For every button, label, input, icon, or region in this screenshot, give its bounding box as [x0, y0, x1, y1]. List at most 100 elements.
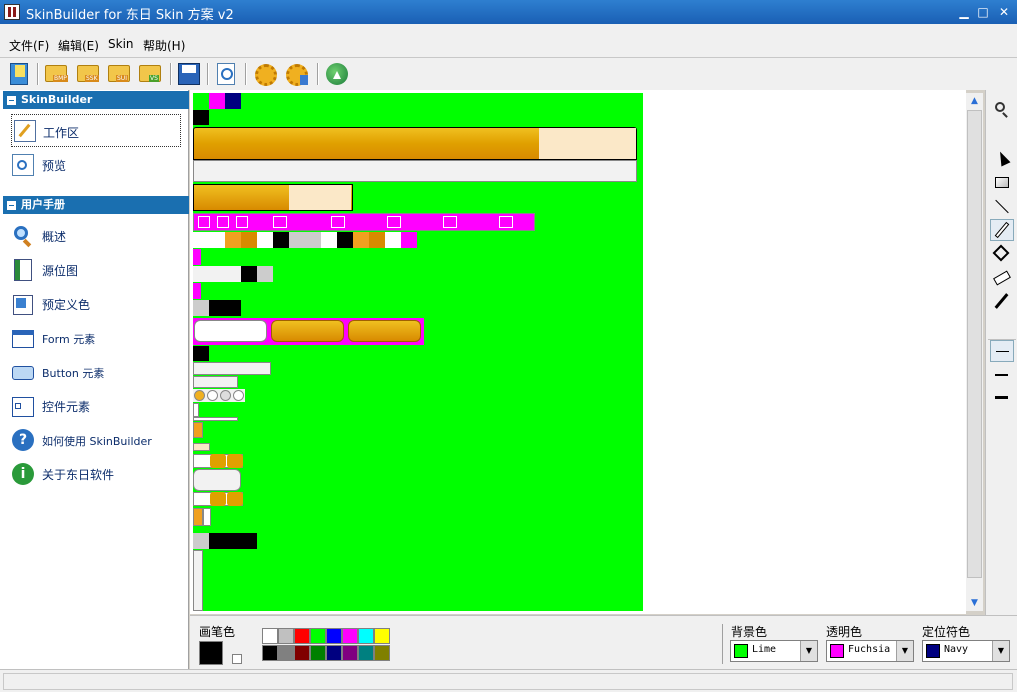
locator-color-select[interactable]: Navy ▼	[922, 640, 1010, 662]
toolbar: BMP SSK SUI VS	[0, 58, 1017, 90]
fill-tool[interactable]	[990, 243, 1014, 265]
pointer-icon	[995, 149, 1011, 167]
line-width-2[interactable]	[990, 364, 1014, 386]
scroll-down-icon[interactable]: ▼	[966, 595, 983, 611]
section-header-manual[interactable]: 用户手册	[3, 196, 189, 214]
rectangle-icon	[995, 177, 1009, 188]
line-tool[interactable]	[990, 196, 1014, 218]
palette-swatch[interactable]	[358, 645, 374, 661]
open-bmp-button[interactable]: BMP	[44, 61, 70, 87]
zoom-tool[interactable]	[990, 100, 1014, 122]
overview-search-icon	[12, 225, 34, 248]
pointer-tool[interactable]	[990, 148, 1014, 170]
sidebar-item-overview[interactable]: 概述	[12, 223, 180, 249]
scroll-thumb[interactable]	[967, 110, 982, 578]
color-panel: 画笔色 背景色 Lime ▼ 透明色 Fuchsia ▼ 定位符色 Navy ▼	[190, 615, 1017, 669]
preview-button[interactable]	[214, 61, 240, 87]
open-vs-button[interactable]: VS	[138, 61, 164, 87]
bg-color-select[interactable]: Lime ▼	[730, 640, 818, 662]
menu-edit[interactable]: 编辑(E)	[58, 37, 99, 54]
source-bitmap-icon	[12, 259, 34, 281]
sidebar: SkinBuilder 工作区 预览 用户手册 概述 源位图 预定义色 Form…	[0, 90, 189, 669]
line-width-1[interactable]	[990, 340, 1014, 362]
maximize-button[interactable]: □	[974, 4, 992, 20]
transparent-color-select[interactable]: Fuchsia ▼	[826, 640, 914, 662]
settings-2-button[interactable]	[284, 61, 310, 87]
minimize-button[interactable]: ▁	[955, 4, 973, 20]
sidebar-item-control-element[interactable]: 控件元素	[12, 393, 180, 419]
fill-bucket-icon	[992, 244, 1010, 262]
menu-help[interactable]: 帮助(H)	[143, 37, 185, 54]
title-bar: SkinBuilder for 东日 Skin 方案 v2 ▁ □ ✕	[0, 0, 1017, 24]
update-button[interactable]	[324, 61, 350, 87]
open-ssk-button[interactable]: SSK	[76, 61, 102, 87]
vertical-scrollbar[interactable]: ▲ ▼	[966, 93, 983, 611]
sidebar-item-source-bitmap[interactable]: 源位图	[12, 257, 180, 283]
bg-color-label: 背景色	[731, 625, 768, 639]
palette-swatch[interactable]	[342, 645, 358, 661]
open-sui-button[interactable]: SUI	[107, 61, 133, 87]
eyedropper-tool[interactable]	[990, 291, 1014, 313]
close-button[interactable]: ✕	[995, 4, 1013, 20]
line-width-3[interactable]	[990, 387, 1014, 409]
app-icon	[4, 4, 20, 20]
collapse-icon[interactable]	[7, 96, 16, 105]
sidebar-item-howto[interactable]: ? 如何使用 SkinBuilder	[12, 427, 180, 453]
transparent-color-label: 透明色	[826, 625, 863, 639]
palette-swatch[interactable]	[374, 628, 390, 644]
palette-swatch[interactable]	[326, 628, 342, 644]
palette-swatch[interactable]	[294, 645, 310, 661]
sidebar-item-preview[interactable]: 预览	[12, 152, 180, 178]
palette-swatch[interactable]	[310, 628, 326, 644]
control-element-icon	[12, 395, 34, 417]
palette-swatch[interactable]	[326, 645, 342, 661]
pen-color-label: 画笔色	[199, 625, 236, 639]
preview-icon	[12, 154, 34, 176]
palette-swatch[interactable]	[294, 628, 310, 644]
howto-help-icon: ?	[12, 429, 34, 451]
palette-swatch[interactable]	[262, 628, 278, 644]
sidebar-item-form-element[interactable]: Form 元素	[12, 325, 180, 351]
sidebar-item-predefined-color[interactable]: 预定义色	[12, 291, 180, 317]
status-panel	[3, 673, 1013, 690]
zoom-icon	[995, 102, 1005, 112]
eraser-tool[interactable]	[990, 267, 1014, 289]
menu-file[interactable]: 文件(F)	[9, 37, 49, 54]
scroll-up-icon[interactable]: ▲	[966, 93, 983, 109]
skin-bitmap-canvas[interactable]	[193, 93, 643, 611]
sidebar-item-about[interactable]: i 关于东日软件	[12, 461, 180, 487]
eyedropper-icon	[994, 293, 1009, 309]
chevron-down-icon[interactable]: ▼	[800, 641, 817, 661]
palette-swatch[interactable]	[278, 645, 294, 661]
settings-button[interactable]	[253, 61, 279, 87]
pencil-tool[interactable]	[990, 219, 1014, 241]
status-bar	[0, 669, 1017, 692]
eraser-icon	[993, 270, 1011, 286]
window-title: SkinBuilder for 东日 Skin 方案 v2	[26, 8, 234, 23]
chevron-down-icon[interactable]: ▼	[992, 641, 1009, 661]
collapse-icon[interactable]	[7, 201, 16, 210]
foreground-color-swatch[interactable]	[199, 641, 223, 665]
rectangle-tool[interactable]	[990, 172, 1014, 194]
background-color-swatch[interactable]	[232, 654, 242, 664]
about-info-icon: i	[12, 463, 34, 485]
bg-color-swatch	[734, 644, 748, 658]
palette-swatch[interactable]	[374, 645, 390, 661]
menu-skin[interactable]: Skin	[108, 37, 134, 51]
palette-swatch[interactable]	[342, 628, 358, 644]
sidebar-item-button-element[interactable]: Button 元素	[12, 359, 180, 385]
locator-color-label: 定位符色	[922, 625, 971, 639]
save-button[interactable]	[176, 61, 202, 87]
pencil-icon	[994, 221, 1010, 239]
palette-swatch[interactable]	[358, 628, 374, 644]
transparent-color-swatch	[830, 644, 844, 658]
sidebar-item-workspace[interactable]: 工作区	[11, 114, 181, 147]
chevron-down-icon[interactable]: ▼	[896, 641, 913, 661]
palette-swatch[interactable]	[262, 645, 278, 661]
section-header-skinbuilder[interactable]: SkinBuilder	[3, 91, 189, 109]
menu-bar: 文件(F) 编辑(E) Skin 帮助(H)	[0, 24, 1017, 58]
palette-swatch[interactable]	[310, 645, 326, 661]
new-button[interactable]	[7, 61, 33, 87]
palette-swatch[interactable]	[278, 628, 294, 644]
predefined-color-icon	[12, 293, 34, 315]
